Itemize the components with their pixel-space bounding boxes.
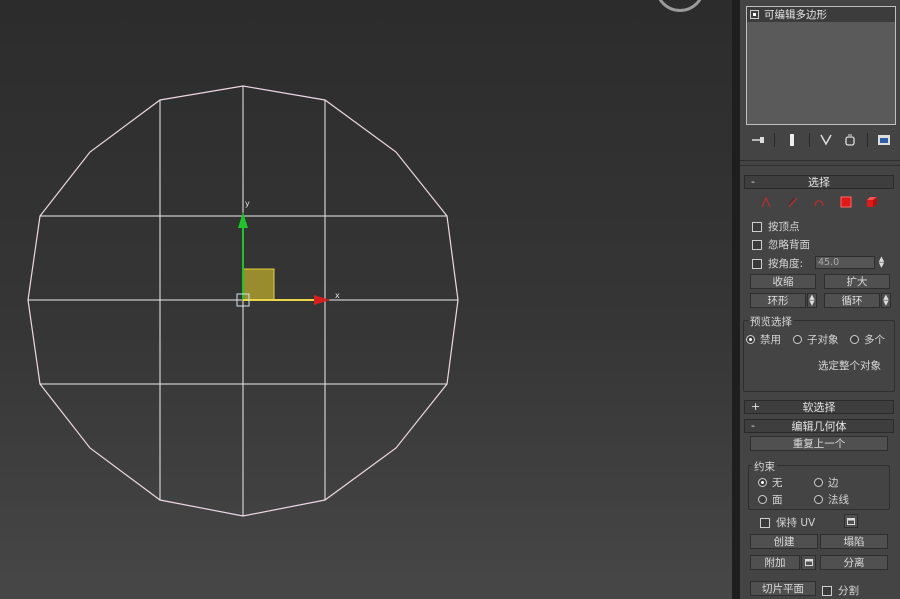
grow-button[interactable]: 扩大 bbox=[824, 274, 890, 289]
radio-label: 法线 bbox=[828, 494, 849, 506]
rollout-title: 软选择 bbox=[802, 401, 836, 414]
modifier-stack-item[interactable]: 可编辑多边形 bbox=[747, 7, 895, 22]
selection-rollout-header[interactable]: - 选择 bbox=[744, 175, 894, 189]
ring-spinner-icon[interactable]: ▲ ▼ bbox=[807, 293, 817, 308]
toolbar-separator bbox=[774, 133, 776, 147]
radio-label: 禁用 bbox=[760, 334, 781, 346]
configure-modifier-sets-icon[interactable] bbox=[877, 133, 891, 147]
split-checkbox[interactable]: 分割 bbox=[822, 583, 859, 598]
expand-box-icon[interactable] bbox=[750, 10, 759, 19]
radio-dot[interactable] bbox=[793, 335, 802, 344]
checkbox-box[interactable] bbox=[822, 585, 832, 596]
settings-box-icon bbox=[847, 517, 855, 525]
checkbox-box[interactable] bbox=[760, 517, 770, 528]
preview-selection-label: 预览选择 bbox=[748, 314, 794, 329]
radio-dot[interactable] bbox=[814, 478, 823, 487]
radio-label: 无 bbox=[772, 477, 783, 489]
subobject-level-icons bbox=[760, 194, 878, 210]
attach-button[interactable]: 附加 bbox=[750, 555, 800, 570]
checkbox-label: 分割 bbox=[838, 585, 859, 597]
command-panel: 可编辑多边形 - 选择 按顶点 忽略背面 按角度: 45.0 ▲ ▼ 收缩 扩大… bbox=[740, 0, 900, 599]
radio-label: 子对象 bbox=[807, 334, 839, 346]
checkbox-label: 按顶点 bbox=[768, 221, 800, 233]
y-axis-arrow bbox=[238, 212, 248, 228]
preserve-uv-settings-button[interactable] bbox=[844, 514, 858, 528]
preserve-uv-checkbox[interactable]: 保持 UV bbox=[760, 515, 815, 530]
settings-box-icon bbox=[804, 559, 813, 566]
section-separator bbox=[740, 160, 900, 161]
edge-icon[interactable] bbox=[787, 196, 799, 208]
radio-dot[interactable] bbox=[814, 495, 823, 504]
loop-button[interactable]: 循环 bbox=[824, 293, 880, 308]
ignore-backfacing-checkbox[interactable]: 忽略背面 bbox=[752, 237, 810, 252]
transform-plane-handle[interactable] bbox=[242, 268, 275, 301]
x-axis-label: x bbox=[335, 291, 340, 300]
preview-selection-group bbox=[743, 320, 895, 392]
constraint-normal-radio[interactable]: 法线 bbox=[814, 492, 849, 507]
angle-input[interactable]: 45.0 bbox=[815, 256, 875, 269]
slice-plane-button[interactable]: 切片平面 bbox=[750, 581, 816, 596]
by-angle-checkbox[interactable]: 按角度: bbox=[752, 256, 803, 271]
create-button[interactable]: 创建 bbox=[750, 534, 818, 549]
x-axis-arrow bbox=[314, 295, 330, 305]
rollout-toggle-icon: - bbox=[751, 419, 755, 432]
border-icon[interactable] bbox=[813, 196, 825, 208]
constraint-face-radio[interactable]: 面 bbox=[758, 492, 783, 507]
element-icon[interactable] bbox=[866, 196, 878, 208]
pin-stack-icon[interactable] bbox=[751, 133, 765, 147]
checkbox-label: 按角度: bbox=[768, 258, 804, 270]
rollout-title: 编辑几何体 bbox=[791, 420, 847, 433]
selection-status: 选定整个对象 bbox=[818, 360, 881, 372]
show-end-result-icon[interactable] bbox=[785, 133, 799, 147]
remove-modifier-icon[interactable] bbox=[843, 133, 857, 147]
section-separator bbox=[740, 165, 900, 166]
preview-multi-radio[interactable]: 多个 bbox=[850, 332, 885, 347]
radio-label: 边 bbox=[828, 477, 839, 489]
constraint-none-radio[interactable]: 无 bbox=[758, 475, 783, 490]
collapse-button[interactable]: 塌陷 bbox=[820, 534, 888, 549]
by-vertex-checkbox[interactable]: 按顶点 bbox=[752, 219, 800, 234]
panel-divider bbox=[732, 0, 740, 599]
radio-dot[interactable] bbox=[850, 335, 859, 344]
rollout-toggle-icon: + bbox=[751, 400, 761, 413]
modifier-stack[interactable]: 可编辑多边形 bbox=[746, 6, 896, 125]
toolbar-separator bbox=[808, 133, 810, 147]
ring-button[interactable]: 环形 bbox=[750, 293, 806, 308]
checkbox-box[interactable] bbox=[752, 221, 762, 232]
rollout-title: 选择 bbox=[808, 176, 830, 189]
radio-label: 面 bbox=[772, 494, 783, 506]
checkbox-label: 保持 UV bbox=[776, 517, 816, 529]
attach-list-button[interactable] bbox=[801, 555, 816, 570]
toolbar-separator bbox=[866, 133, 868, 147]
detach-button[interactable]: 分离 bbox=[820, 555, 888, 570]
radio-dot[interactable] bbox=[758, 478, 767, 487]
angle-spinner-icon[interactable]: ▲ ▼ bbox=[877, 256, 886, 269]
modifier-name: 可编辑多边形 bbox=[764, 9, 827, 21]
constraint-edge-radio[interactable]: 边 bbox=[814, 475, 839, 490]
perspective-viewport[interactable]: y x bbox=[0, 0, 732, 599]
modifier-toolbar bbox=[746, 131, 896, 149]
vertex-icon[interactable] bbox=[760, 196, 772, 208]
soft-selection-rollout-header[interactable]: + 软选择 bbox=[744, 400, 894, 414]
loop-spinner-icon[interactable]: ▲ ▼ bbox=[881, 293, 891, 308]
rollout-toggle-icon: - bbox=[751, 175, 755, 188]
viewport-canvas: y x bbox=[27, 85, 459, 517]
make-unique-icon[interactable] bbox=[819, 133, 833, 147]
checkbox-label: 忽略背面 bbox=[768, 239, 810, 251]
edit-geometry-rollout-header[interactable]: - 编辑几何体 bbox=[744, 419, 894, 433]
radio-label: 多个 bbox=[864, 334, 885, 346]
checkbox-box[interactable] bbox=[752, 239, 762, 250]
preview-disabled-radio[interactable]: 禁用 bbox=[746, 332, 781, 347]
polygon-icon[interactable] bbox=[840, 196, 852, 208]
checkbox-box[interactable] bbox=[752, 258, 762, 269]
shrink-button[interactable]: 收缩 bbox=[750, 274, 816, 289]
radio-dot[interactable] bbox=[746, 335, 755, 344]
repeat-last-button[interactable]: 重复上一个 bbox=[750, 436, 888, 451]
constraints-label: 约束 bbox=[752, 459, 777, 474]
radio-dot[interactable] bbox=[758, 495, 767, 504]
y-axis-label: y bbox=[245, 199, 250, 208]
preview-subobject-radio[interactable]: 子对象 bbox=[793, 332, 839, 347]
